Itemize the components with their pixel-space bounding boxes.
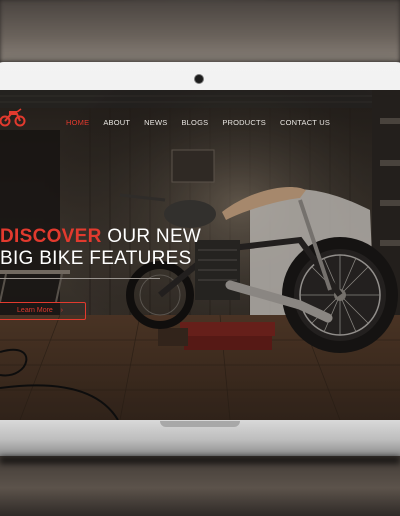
hero-headline-accent: DISCOVER bbox=[0, 226, 102, 247]
learn-more-button[interactable]: Learn More › bbox=[0, 302, 86, 320]
nav-item-products[interactable]: PRODUCTS bbox=[222, 118, 266, 127]
chevron-right-icon: › bbox=[60, 307, 63, 314]
hero-divider bbox=[0, 278, 160, 279]
hero-headline-line2: BIG BIKE FEATURES bbox=[0, 248, 192, 269]
learn-more-label: Learn More bbox=[17, 307, 53, 314]
hero-headline-line1: DISCOVER OUR NEW bbox=[0, 226, 220, 248]
laptop-opening-notch bbox=[160, 421, 240, 427]
nav-item-contact-us[interactable]: CONTACT US bbox=[280, 118, 330, 127]
nav-item-news[interactable]: NEWS bbox=[144, 118, 167, 127]
laptop-shadow bbox=[0, 456, 400, 464]
hero-headline: DISCOVER OUR NEW BIG BIKE FEATURES bbox=[0, 226, 220, 270]
hero-headline-rest: OUR NEW bbox=[107, 226, 202, 247]
motorcycle-icon[interactable] bbox=[0, 106, 26, 128]
nav-item-about[interactable]: ABOUT bbox=[103, 118, 130, 127]
nav-item-blogs[interactable]: BLOGS bbox=[181, 118, 208, 127]
nav-item-home[interactable]: HOME bbox=[66, 118, 89, 127]
main-navigation: HOME ABOUT NEWS BLOGS PRODUCTS CONTACT U… bbox=[66, 118, 330, 127]
blurred-background-top bbox=[0, 0, 400, 62]
laptop-screen: HOME ABOUT NEWS BLOGS PRODUCTS CONTACT U… bbox=[0, 90, 400, 420]
webcam-icon bbox=[195, 75, 203, 83]
